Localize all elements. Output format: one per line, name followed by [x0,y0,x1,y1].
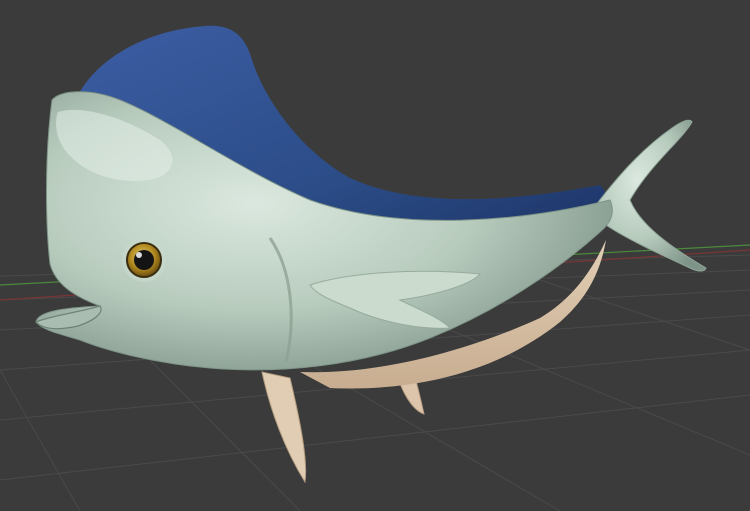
eye [122,238,166,282]
viewport-canvas[interactable] [0,0,750,511]
mahi-mahi-model[interactable] [34,25,707,484]
pelvic-fin-front [261,371,307,484]
3d-viewport[interactable] [0,0,750,511]
